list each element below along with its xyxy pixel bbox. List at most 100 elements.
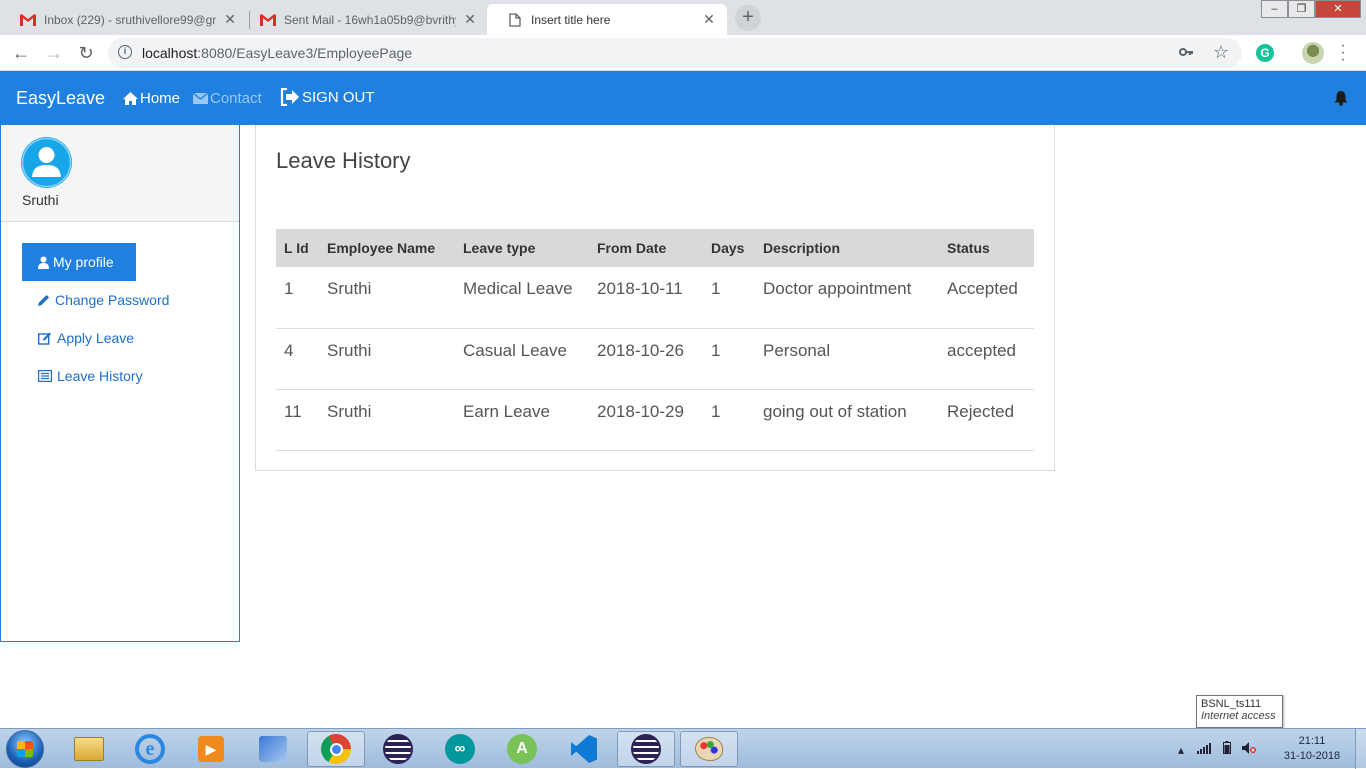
cell-employee-name: Sruthi xyxy=(319,328,455,390)
cell-from-date: 2018-10-29 xyxy=(589,389,703,451)
cell-from-date: 2018-10-26 xyxy=(589,328,703,390)
leave-history-table: L Id Employee Name Leave type From Date … xyxy=(276,229,1034,451)
sidebar: Sruthi My profile Change Password Apply … xyxy=(0,125,240,642)
home-icon xyxy=(123,92,138,105)
sidebar-item-label: Apply Leave xyxy=(57,330,135,346)
clock-time: 21:11 xyxy=(1298,735,1326,747)
network-status: Internet access xyxy=(1201,710,1276,722)
cell-employee-name: Sruthi xyxy=(319,389,455,451)
user-avatar-icon xyxy=(21,137,72,188)
tab-label: Sent Mail - 16wh1a05b9@bvrithy xyxy=(284,12,456,27)
windows-logo-icon xyxy=(17,741,33,757)
sidebar-item-label: Change Password xyxy=(55,292,170,308)
android-studio-taskbar-icon[interactable]: A xyxy=(493,731,551,767)
network-signal-icon[interactable] xyxy=(1197,743,1214,757)
column-header: Employee Name xyxy=(319,229,455,267)
arduino-taskbar-icon[interactable]: ∞ xyxy=(431,731,489,767)
tab-label: Insert title here xyxy=(531,12,611,27)
nav-sign-out[interactable]: SIGN OUT xyxy=(280,88,375,106)
close-window-button[interactable]: ✕ xyxy=(1315,0,1361,18)
system-tray: ▴ xyxy=(1178,741,1257,757)
user-icon xyxy=(38,256,49,269)
start-button[interactable] xyxy=(6,730,44,768)
cell-days: 1 xyxy=(703,267,755,329)
browser-tab-strip: Inbox (229) - sruthivellore99@gm ✕ Sent … xyxy=(0,0,1366,35)
brand-logo[interactable]: EasyLeave xyxy=(16,88,105,109)
chrome-taskbar-icon[interactable] xyxy=(307,731,365,767)
explorer-taskbar-icon[interactable] xyxy=(60,731,118,767)
gmail-icon xyxy=(260,13,276,27)
grammarly-icon[interactable]: G xyxy=(1256,44,1274,62)
edit-icon xyxy=(38,332,51,345)
info-icon[interactable]: i xyxy=(118,45,132,59)
show-desktop-button[interactable] xyxy=(1355,729,1366,769)
url-path: :8080/EasyLeave3/EmployeePage xyxy=(197,45,413,61)
close-icon[interactable]: ✕ xyxy=(222,11,238,28)
nav-contact[interactable]: Contact xyxy=(193,90,262,107)
vscode-taskbar-icon[interactable] xyxy=(555,731,613,767)
bell-icon[interactable] xyxy=(1334,90,1348,111)
eclipse-taskbar-icon-2[interactable] xyxy=(617,731,675,767)
cell-leave-id: 4 xyxy=(276,328,319,390)
sidebar-profile-header: Sruthi xyxy=(1,125,239,222)
close-icon[interactable]: ✕ xyxy=(462,11,478,28)
table-row: 4 Sruthi Casual Leave 2018-10-26 1 Perso… xyxy=(276,328,1034,390)
nav-home[interactable]: Home xyxy=(123,90,180,107)
cell-description: Doctor appointment xyxy=(755,267,939,329)
profile-avatar-icon[interactable] xyxy=(1302,42,1324,64)
column-header: From Date xyxy=(589,229,703,267)
taskbar: e ▶ ∞ A ▴ 21:11 31-10-2018 xyxy=(0,728,1366,769)
list-alt-icon xyxy=(38,370,52,382)
cell-days: 1 xyxy=(703,328,755,390)
eclipse-taskbar-icon[interactable] xyxy=(369,731,427,767)
column-header: Status xyxy=(939,229,1034,267)
minimize-button[interactable]: – xyxy=(1261,0,1288,18)
gmail-icon xyxy=(20,13,36,27)
my-profile-label: My profile xyxy=(53,254,114,270)
key-icon[interactable] xyxy=(1178,44,1194,65)
close-icon[interactable]: ✕ xyxy=(701,11,717,28)
cell-description: going out of station xyxy=(755,389,939,451)
speaker-muted-icon[interactable] xyxy=(1242,742,1257,757)
network-tool-taskbar-icon[interactable] xyxy=(244,731,302,767)
sidebar-item-label: Leave History xyxy=(57,368,143,384)
column-header: Leave type xyxy=(455,229,589,267)
sign-out-icon xyxy=(280,88,299,106)
media-player-taskbar-icon[interactable]: ▶ xyxy=(182,731,240,767)
paint-taskbar-icon[interactable] xyxy=(680,731,738,767)
cell-description: Personal xyxy=(755,328,939,390)
cell-leave-type: Earn Leave xyxy=(455,389,589,451)
new-tab-button[interactable]: + xyxy=(735,5,761,31)
star-icon[interactable]: ☆ xyxy=(1213,42,1229,63)
cell-from-date: 2018-10-11 xyxy=(589,267,703,329)
tab-inbox[interactable]: Inbox (229) - sruthivellore99@gm ✕ xyxy=(0,4,248,35)
cell-status: accepted xyxy=(939,328,1034,390)
cell-days: 1 xyxy=(703,389,755,451)
cell-leave-id: 11 xyxy=(276,389,319,451)
sidebar-item-leave-history[interactable]: Leave History xyxy=(38,368,143,384)
my-profile-button[interactable]: My profile xyxy=(22,243,136,281)
back-arrow-icon[interactable]: ← xyxy=(9,41,33,65)
battery-icon[interactable] xyxy=(1222,741,1234,757)
column-header: L Id xyxy=(276,229,319,267)
forward-arrow-icon[interactable]: → xyxy=(42,41,66,65)
address-bar[interactable]: i localhost:8080/EasyLeave3/EmployeePage… xyxy=(108,38,1242,68)
sidebar-user-name: Sruthi xyxy=(22,192,59,208)
more-menu-icon[interactable]: · · · xyxy=(1337,38,1349,68)
app-navbar: EasyLeave Home Contact SIGN OUT xyxy=(0,71,1366,125)
reload-icon[interactable]: ↻ xyxy=(74,41,98,65)
tab-sent-mail[interactable]: Sent Mail - 16wh1a05b9@bvrithy ✕ xyxy=(240,4,488,35)
table-row: 1 Sruthi Medical Leave 2018-10-11 1 Doct… xyxy=(276,267,1034,329)
browser-toolbar: ← → ↻ i localhost:8080/EasyLeave3/Employ… xyxy=(0,35,1366,71)
tab-insert-title[interactable]: Insert title here ✕ xyxy=(487,4,727,35)
taskbar-clock[interactable]: 21:11 31-10-2018 xyxy=(1283,734,1341,764)
cell-leave-id: 1 xyxy=(276,267,319,329)
sidebar-item-apply-leave[interactable]: Apply Leave xyxy=(38,330,134,346)
sidebar-item-change-password[interactable]: Change Password xyxy=(38,292,169,308)
url-host: localhost xyxy=(142,45,198,61)
url-text[interactable]: localhost:8080/EasyLeave3/EmployeePage xyxy=(142,45,412,61)
maximize-button[interactable]: ❐ xyxy=(1288,0,1315,18)
internet-explorer-taskbar-icon[interactable]: e xyxy=(121,731,179,767)
tray-expand-icon[interactable]: ▴ xyxy=(1178,743,1184,757)
pencil-icon xyxy=(38,295,49,306)
